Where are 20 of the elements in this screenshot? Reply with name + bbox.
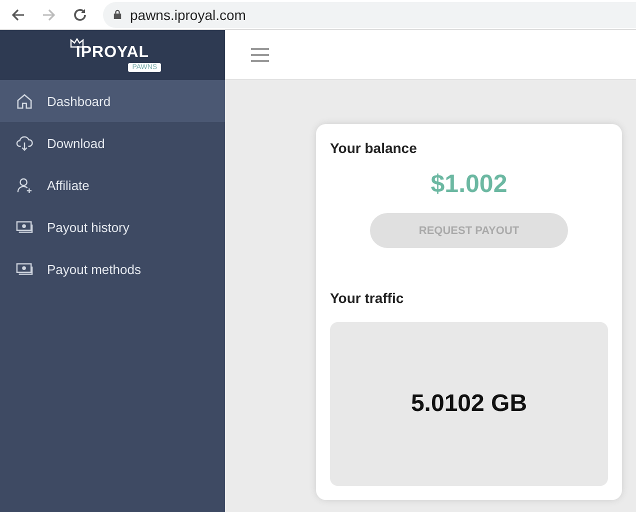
sidebar-item[interactable]: Dashboard xyxy=(0,80,225,122)
sidebar-item[interactable]: Download xyxy=(0,122,225,164)
banknote-icon xyxy=(16,218,33,236)
banknote-icon xyxy=(16,260,33,278)
sidebar-item[interactable]: Affiliate xyxy=(0,164,225,206)
add-user-icon xyxy=(16,176,33,194)
balance-title: Your balance xyxy=(330,140,418,156)
url-text: pawns.iproyal.com xyxy=(130,6,246,22)
sidebar-item[interactable]: Payout history xyxy=(0,206,225,248)
traffic-title: Your traffic xyxy=(330,290,405,306)
traffic-value: 5.0102 GB xyxy=(410,390,528,418)
balance-amount: $1.002 xyxy=(430,170,508,199)
sidebar-item[interactable]: Payout methods xyxy=(0,248,225,290)
home-icon xyxy=(16,92,33,110)
menu-icon[interactable] xyxy=(251,48,269,62)
cloud-download-icon xyxy=(16,134,33,152)
lock-icon xyxy=(113,9,122,20)
reload-icon[interactable] xyxy=(72,6,88,22)
address-bar[interactable]: pawns.iproyal.com xyxy=(103,2,636,28)
back-icon[interactable] xyxy=(10,6,26,22)
